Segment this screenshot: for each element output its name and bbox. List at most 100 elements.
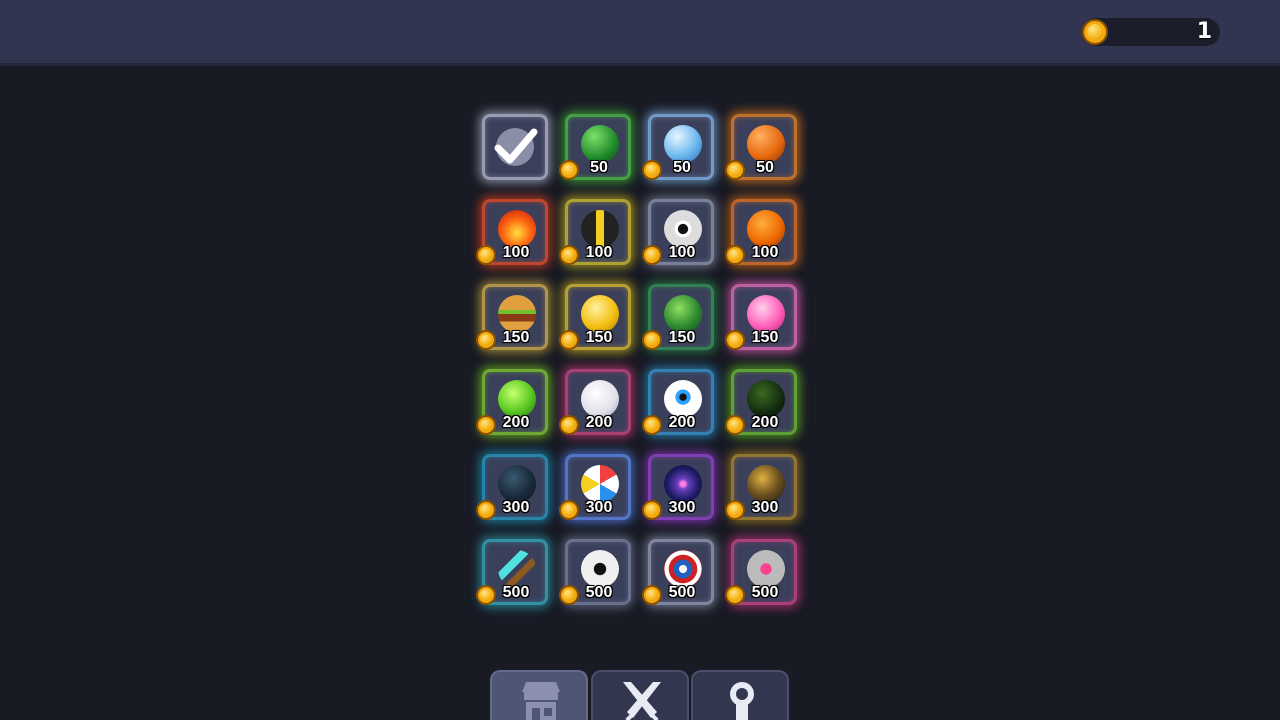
item-price: 50 [725,158,801,182]
item-price: 100 [476,243,552,267]
shop-item-burger[interactable]: 150 [476,280,552,354]
gold-coin-icon [642,415,662,435]
shop-item-watermelon[interactable]: 50 [559,110,635,184]
item-price: 150 [476,328,552,352]
shop-icon [522,682,560,720]
top-bar: 1 [0,0,1280,66]
gold-coin-icon [559,500,579,520]
gold-coin-icon [725,245,745,265]
price-label: 150 [502,329,530,346]
price-label: 200 [502,414,530,431]
shop-item-stripes[interactable]: 100 [559,195,635,269]
item-price: 50 [559,158,635,182]
price-label: 500 [751,584,779,601]
price-label: 300 [751,499,779,516]
shop-item-pumpkin[interactable]: 100 [725,195,801,269]
price-label: 150 [668,329,696,346]
price-label: 50 [673,159,691,176]
price-label: 300 [668,499,696,516]
gold-coin-icon [642,500,662,520]
shop-item-ghost[interactable]: 200 [559,365,635,439]
shop-item-turtle[interactable]: 150 [642,280,718,354]
gold-coin-icon [476,245,496,265]
shop-item-shield[interactable]: 500 [642,535,718,609]
coin-count: 1 [1196,19,1212,44]
item-price: 300 [559,498,635,522]
gold-coin-icon [642,585,662,605]
price-label: 300 [502,499,530,516]
price-label: 150 [585,329,613,346]
crossed-swords-icon [623,682,661,720]
shop-item-eyeball[interactable]: 200 [642,365,718,439]
item-price: 500 [725,583,801,607]
gold-coin-icon [476,585,496,605]
shop-item-galaxy[interactable]: 300 [642,450,718,524]
tab-achievements[interactable] [691,670,789,720]
item-price: 200 [476,413,552,437]
gold-coin-icon [725,500,745,520]
award-ribbon-icon [730,682,754,720]
shop-item-tech[interactable]: 300 [476,450,552,524]
price-label: 100 [585,244,613,261]
price-label: 150 [751,329,779,346]
shop-item-default[interactable] [478,110,552,184]
price-label: 500 [668,584,696,601]
gold-coin-icon [725,160,745,180]
gold-coin-icon [559,585,579,605]
price-label: 50 [590,159,608,176]
gold-coin-icon [1082,19,1108,45]
item-price: 300 [642,498,718,522]
gold-coin-icon [725,330,745,350]
price-label: 500 [502,584,530,601]
shop-item-pickaxe[interactable]: 500 [476,535,552,609]
item-price: 100 [725,243,801,267]
price-label: 200 [668,414,696,431]
item-price: 500 [642,583,718,607]
item-price: 100 [559,243,635,267]
item-price: 300 [725,498,801,522]
gold-coin-icon [476,330,496,350]
tab-shop[interactable] [490,670,588,720]
item-price: 50 [642,158,718,182]
gold-coin-icon [642,245,662,265]
shop-item-basketball[interactable]: 50 [725,110,801,184]
item-price: 200 [642,413,718,437]
item-price: 200 [559,413,635,437]
price-label: 100 [668,244,696,261]
shop-item-lava[interactable]: 200 [725,365,801,439]
checkmark-icon [494,128,538,166]
gold-coin-icon [559,245,579,265]
shop-item-robot[interactable]: 100 [642,195,718,269]
price-label: 300 [585,499,613,516]
gold-coin-icon [476,415,496,435]
gold-coin-icon [642,160,662,180]
shop-item-spider[interactable]: 500 [559,535,635,609]
item-price: 150 [725,328,801,352]
gold-coin-icon [725,415,745,435]
item-price: 500 [559,583,635,607]
price-label: 500 [585,584,613,601]
shop-item-soccer[interactable]: 50 [642,110,718,184]
shop-item-candy[interactable]: 150 [725,280,801,354]
gold-coin-icon [559,330,579,350]
shop-item-slime[interactable]: 200 [476,365,552,439]
item-price: 150 [559,328,635,352]
item-price: 150 [642,328,718,352]
shop-item-heart-robot[interactable]: 500 [725,535,801,609]
gold-coin-icon [642,330,662,350]
gold-coin-icon [476,500,496,520]
shop-item-gold-camo[interactable]: 300 [725,450,801,524]
item-price: 100 [642,243,718,267]
price-label: 100 [751,244,779,261]
item-price: 200 [725,413,801,437]
gold-coin-icon [725,585,745,605]
shop-item-fire[interactable]: 100 [476,195,552,269]
tab-battle[interactable] [591,670,689,720]
item-price: 500 [476,583,552,607]
price-label: 100 [502,244,530,261]
price-label: 200 [751,414,779,431]
shop-item-star[interactable]: 150 [559,280,635,354]
shop-item-beach[interactable]: 300 [559,450,635,524]
item-price: 300 [476,498,552,522]
price-label: 200 [585,414,613,431]
